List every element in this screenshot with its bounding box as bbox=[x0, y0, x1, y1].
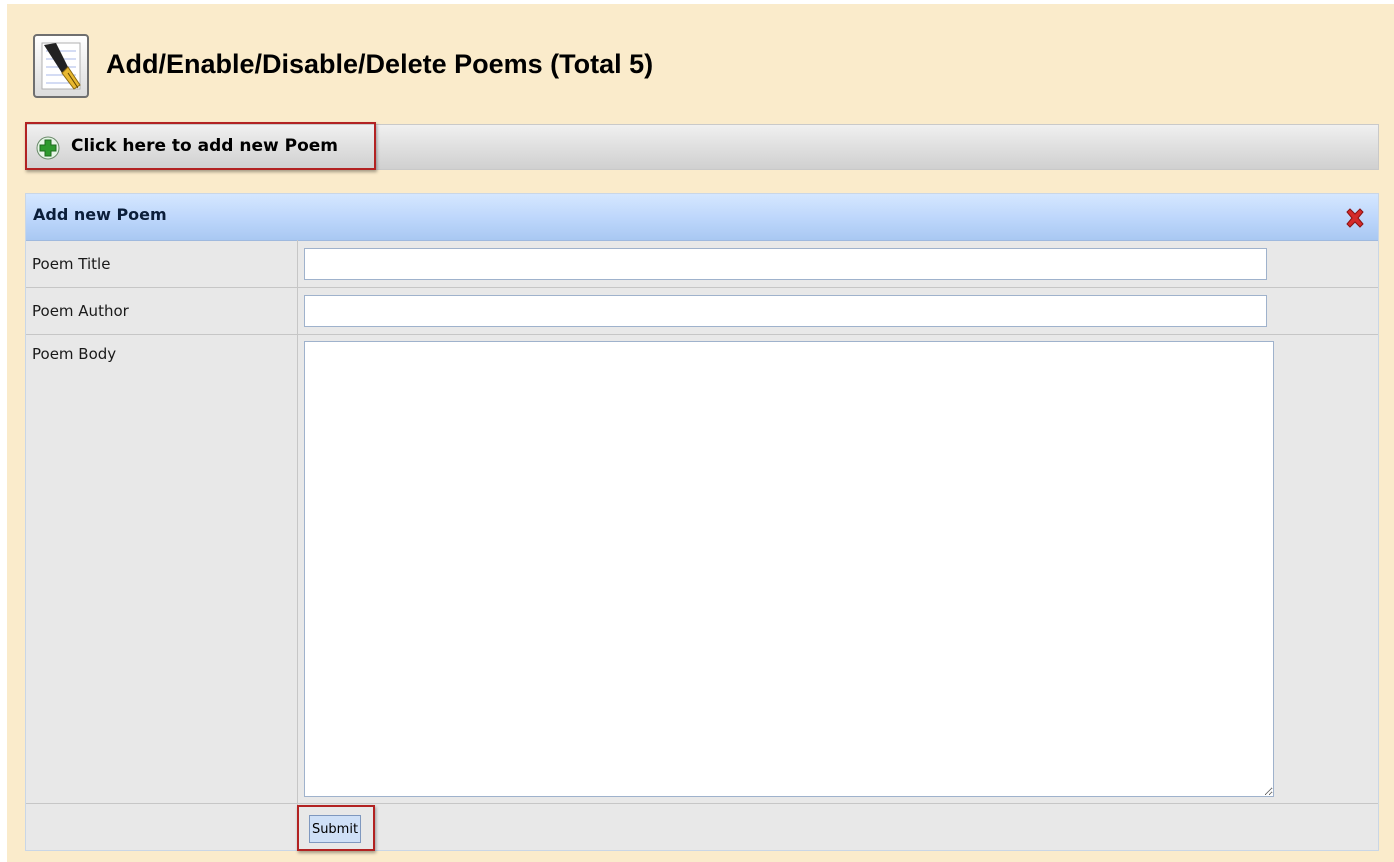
submit-row bbox=[26, 804, 1378, 851]
label-cell: Poem Body bbox=[26, 335, 298, 803]
close-icon[interactable] bbox=[1344, 207, 1366, 233]
poem-body-label: Poem Body bbox=[32, 345, 117, 363]
poem-body-textarea[interactable] bbox=[304, 341, 1274, 797]
poem-title-row: Poem Title bbox=[26, 240, 1378, 288]
add-poem-panel: Add new Poem Poem Title Poem Author Poem… bbox=[25, 193, 1379, 851]
label-cell: Poem Author bbox=[26, 288, 298, 334]
poem-title-label: Poem Title bbox=[32, 255, 111, 273]
add-new-poem-label: Click here to add new Poem bbox=[71, 136, 338, 156]
label-cell bbox=[26, 804, 298, 851]
panel-title: Add new Poem bbox=[33, 205, 167, 224]
poem-author-input[interactable] bbox=[304, 295, 1267, 327]
poem-body-row: Poem Body bbox=[26, 335, 1378, 804]
poem-title-input[interactable] bbox=[304, 248, 1267, 280]
panel-header: Add new Poem bbox=[26, 194, 1378, 241]
page-title: Add/Enable/Disable/Delete Poems (Total 5… bbox=[106, 49, 654, 79]
submit-button[interactable]: Submit bbox=[309, 815, 361, 843]
page: Add/Enable/Disable/Delete Poems (Total 5… bbox=[7, 4, 1394, 862]
label-cell: Poem Title bbox=[26, 240, 298, 287]
plus-icon bbox=[36, 136, 60, 164]
poem-author-row: Poem Author bbox=[26, 288, 1378, 335]
add-new-poem-button[interactable]: Click here to add new Poem bbox=[25, 122, 376, 170]
pen-nib-icon bbox=[33, 34, 89, 98]
poem-author-label: Poem Author bbox=[32, 302, 129, 320]
submit-highlight: Submit bbox=[297, 805, 375, 851]
